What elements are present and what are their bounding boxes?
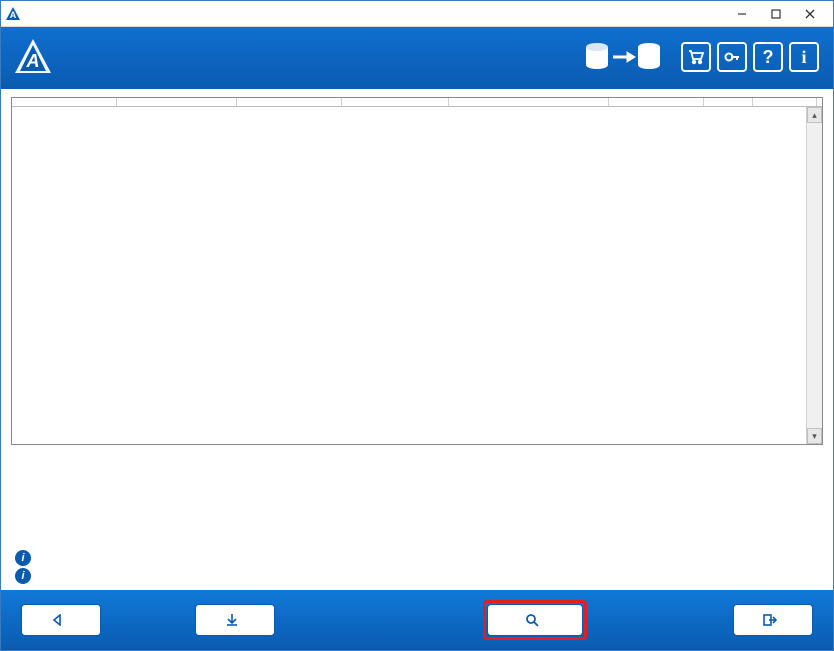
app-header: A ? i (1, 27, 833, 89)
col-source-table[interactable] (237, 98, 342, 106)
scroll-down-icon[interactable]: ▾ (807, 428, 822, 444)
vertical-scrollbar[interactable]: ▴ ▾ (806, 107, 822, 444)
info-bullet-icon: i (15, 550, 31, 566)
table-header (12, 98, 822, 107)
col-status[interactable] (753, 98, 817, 106)
app-icon: A (5, 6, 21, 22)
back-button[interactable] (21, 604, 101, 636)
svg-text:A: A (26, 51, 40, 71)
info-icon[interactable]: i (789, 42, 819, 72)
preview-button[interactable] (487, 604, 583, 636)
table-body (12, 107, 806, 444)
cart-icon[interactable] (681, 42, 711, 72)
minimize-button[interactable] (725, 3, 759, 25)
titlebar: A (1, 1, 833, 27)
logo-icon: A (11, 35, 55, 79)
exit-button[interactable] (733, 604, 813, 636)
key-icon[interactable] (717, 42, 747, 72)
db-migration-icon (583, 37, 663, 77)
col-source-db[interactable] (12, 98, 117, 106)
col-dest-db-name[interactable] (449, 98, 609, 106)
close-button[interactable] (793, 3, 827, 25)
hints: i i (1, 544, 833, 590)
maximize-button[interactable] (759, 3, 793, 25)
footer (1, 590, 833, 650)
hint-preview: i (15, 568, 819, 584)
help-icon[interactable]: ? (753, 42, 783, 72)
download-report-button[interactable] (195, 604, 275, 636)
col-source-db-name[interactable] (117, 98, 237, 106)
scroll-up-icon[interactable]: ▴ (807, 107, 822, 123)
hint-download: i (15, 550, 819, 566)
svg-text:A: A (10, 10, 17, 20)
col-description[interactable] (704, 98, 753, 106)
col-dest-db[interactable] (342, 98, 449, 106)
preview-highlight (483, 600, 587, 640)
info-bullet-icon: i (15, 568, 31, 584)
col-target-table[interactable] (609, 98, 704, 106)
section-label (1, 89, 833, 97)
migration-table: ▴ ▾ (11, 97, 823, 445)
